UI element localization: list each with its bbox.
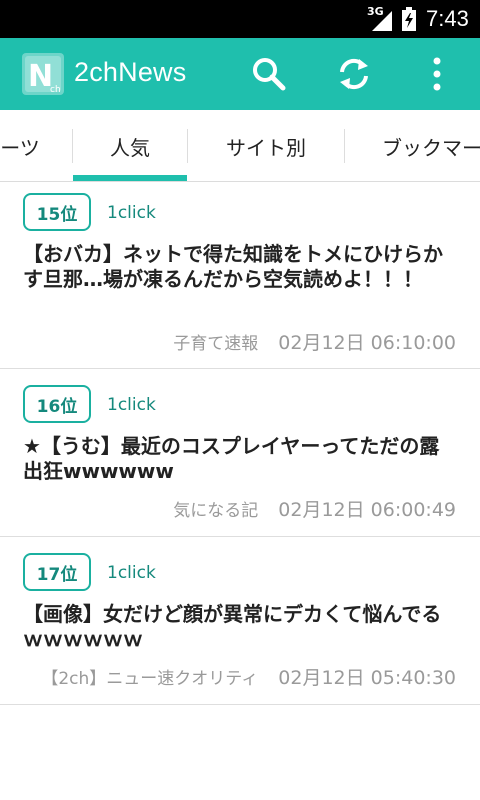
tab-sports[interactable]: ーツ xyxy=(0,110,70,182)
source-site: 【2ch】ニュー速クオリティ xyxy=(41,669,259,689)
clock: 7:43 xyxy=(426,6,469,31)
rank-badge: 17位 xyxy=(23,553,91,591)
post-date: 02月12日 06:10:00 xyxy=(278,332,456,354)
refresh-button[interactable] xyxy=(334,54,374,94)
app-title: 2chNews xyxy=(74,57,187,87)
article-title: ★【うむ】最近のコスプレイヤーってただの露出狂wwwwww xyxy=(23,434,440,483)
article-list[interactable]: 15位 1click 【おバカ】ネットで得た知識をトメにひけらかす旦那…場が凍る… xyxy=(0,182,480,800)
source-site: 子育て速報 xyxy=(173,334,259,354)
app-logo-subtext: ch xyxy=(50,85,61,95)
click-count: 1click xyxy=(107,563,156,583)
overflow-menu-button[interactable] xyxy=(417,54,457,94)
article-title: 【画像】女だけど顔が異常にデカくて悩んでるｗｗｗｗｗｗ xyxy=(23,602,442,651)
more-vert-icon xyxy=(433,57,441,91)
list-bottom-mask xyxy=(0,720,480,800)
app-bar: N ch 2chNews xyxy=(0,38,480,110)
post-date: 02月12日 05:40:30 xyxy=(278,667,456,689)
tab-bookmarks[interactable]: ブックマー xyxy=(345,110,480,182)
article-title: 【おバカ】ネットで得た知識をトメにひけらかす旦那…場が凍るんだから空気読めよ！！… xyxy=(23,242,443,291)
signal-icon xyxy=(370,9,394,35)
refresh-icon xyxy=(340,58,368,90)
click-count: 1click xyxy=(107,203,156,223)
article-meta: 気になる記 02月12日 06:00:49 xyxy=(173,495,456,522)
list-item[interactable]: 16位 1click ★【うむ】最近のコスプレイヤーってただの露出狂wwwwww… xyxy=(0,369,480,537)
selected-tab-indicator xyxy=(73,175,187,181)
app-logo-icon: N ch xyxy=(22,53,64,95)
battery-icon xyxy=(401,7,417,35)
tab-popular[interactable]: 人気 xyxy=(73,110,187,182)
search-icon xyxy=(253,58,286,91)
article-meta: 【2ch】ニュー速クオリティ 02月12日 05:40:30 xyxy=(41,663,456,690)
click-count: 1click xyxy=(107,395,156,415)
tab-bar: ーツ 人気 サイト別 ブックマー xyxy=(0,110,480,182)
rank-badge: 15位 xyxy=(23,193,91,231)
list-item[interactable]: 17位 1click 【画像】女だけど顔が異常にデカくて悩んでるｗｗｗｗｗｗ 【… xyxy=(0,537,480,705)
article-meta: 子育て速報 02月12日 06:10:00 xyxy=(173,328,456,355)
tab-by-site[interactable]: サイト別 xyxy=(188,110,344,182)
status-bar: 3G 7:43 xyxy=(0,0,480,38)
post-date: 02月12日 06:00:49 xyxy=(278,499,456,521)
source-site: 気になる記 xyxy=(173,501,259,521)
search-button[interactable] xyxy=(249,54,289,94)
list-item[interactable]: 15位 1click 【おバカ】ネットで得た知識をトメにひけらかす旦那…場が凍る… xyxy=(0,182,480,369)
rank-badge: 16位 xyxy=(23,385,91,423)
